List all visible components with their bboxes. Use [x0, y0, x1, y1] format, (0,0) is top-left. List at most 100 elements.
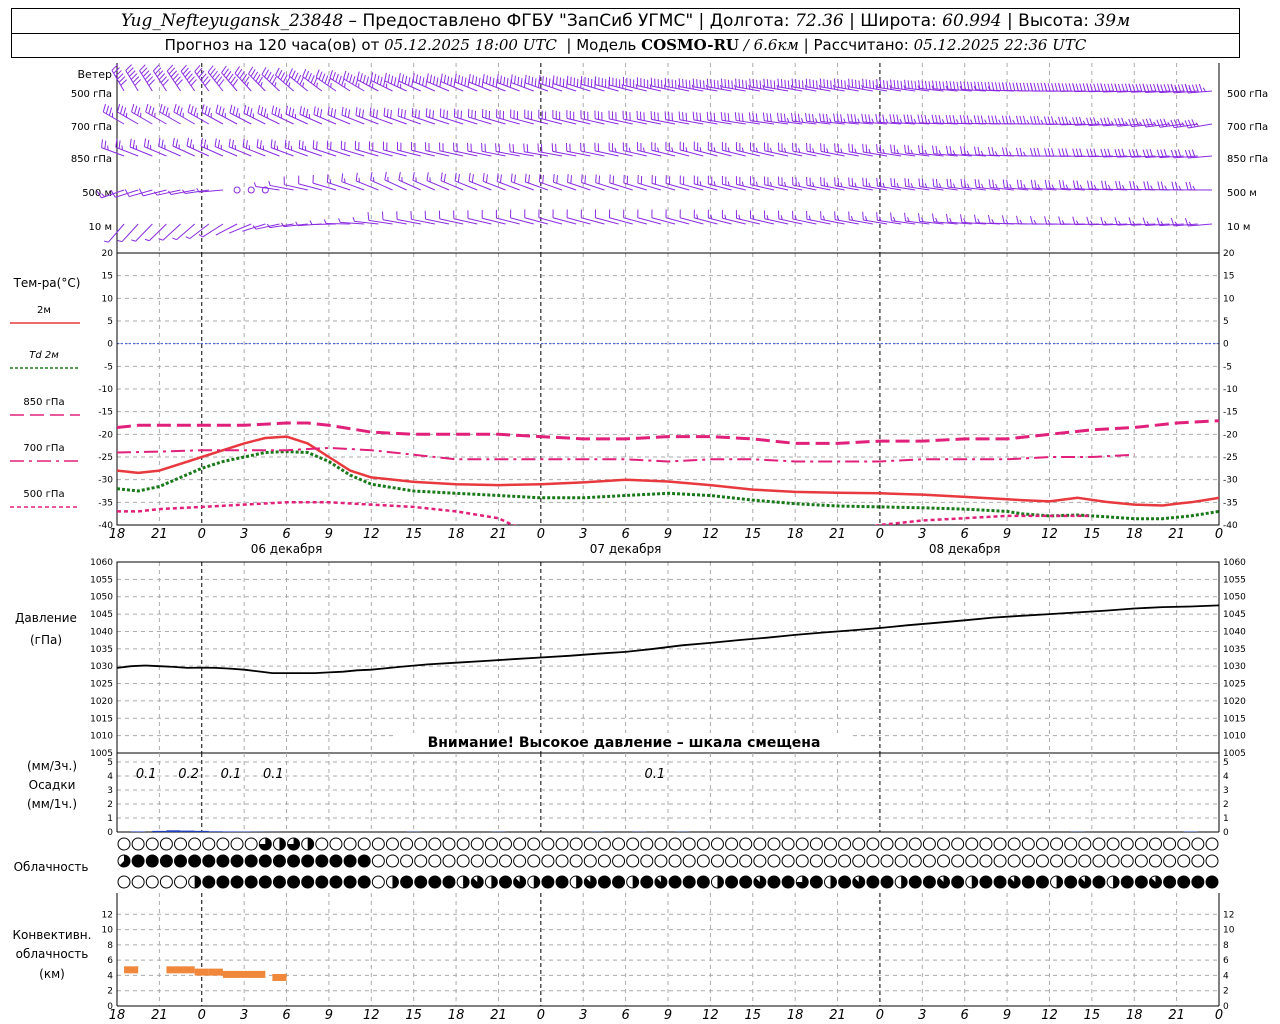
- wind-feather: [1160, 181, 1164, 190]
- wind-barb: [581, 182, 605, 191]
- wind-feather: [485, 174, 488, 183]
- wind-feather: [318, 71, 323, 80]
- cloud-half: [901, 876, 908, 888]
- cloud-half: [717, 876, 724, 888]
- wind-feather: [103, 240, 109, 243]
- wind-feather: [341, 173, 344, 182]
- wind-barb: [806, 218, 831, 225]
- wind-feather: [204, 105, 208, 115]
- wind-barb: [637, 217, 662, 225]
- wind-feather: [439, 108, 442, 117]
- convective-label-2: облачность: [16, 947, 89, 961]
- wind-barb: [778, 184, 803, 191]
- wind-feather: [542, 76, 544, 85]
- wind-barb: [637, 85, 662, 92]
- wind-feather: [871, 118, 874, 124]
- cloud-symbol: [880, 854, 894, 868]
- wind-feather: [1044, 179, 1048, 189]
- wind-feather: [918, 178, 921, 187]
- wind-feather: [696, 112, 698, 121]
- wind-feather: [851, 178, 854, 187]
- cloud-symbol: [414, 875, 428, 889]
- wind-feather: [766, 112, 769, 122]
- wind-feather: [1022, 82, 1026, 91]
- wind-feather: [584, 175, 587, 184]
- wind-feather: [879, 144, 882, 153]
- wind-feather: [457, 174, 460, 183]
- x-tick-label: 12: [702, 1008, 719, 1023]
- wind-feather: [850, 113, 853, 123]
- wind-feather: [184, 70, 191, 78]
- wind-barb: [221, 72, 238, 92]
- wind-feather: [245, 140, 248, 149]
- cloud-symbol: [1035, 854, 1049, 868]
- wind-feather: [889, 114, 892, 123]
- cloud-symbol: [244, 875, 258, 889]
- y-tick-right: 5: [1223, 317, 1229, 327]
- wind-feather: [404, 75, 408, 85]
- wind-feather: [129, 138, 132, 148]
- wind-feather: [277, 69, 283, 78]
- wind-feather: [851, 144, 854, 153]
- wind-feather: [1058, 180, 1062, 189]
- wind-feather: [175, 139, 179, 148]
- wind-feather: [384, 171, 387, 181]
- wind-barb: [778, 218, 803, 225]
- cloud-symbol: [1177, 837, 1191, 851]
- cloud-symbol: [922, 837, 936, 851]
- wind-feather: [189, 139, 193, 148]
- wind-feather: [316, 82, 318, 88]
- wind-feather: [1079, 148, 1083, 157]
- wind-feather: [890, 144, 892, 153]
- wind-feather: [946, 178, 949, 188]
- wind-feather: [478, 77, 481, 87]
- wind-title: Ветер: [78, 68, 112, 81]
- y-tick-right: 3: [1223, 786, 1229, 796]
- y-tick-right: 15: [1223, 272, 1234, 282]
- y-tick-left: 1050: [90, 593, 113, 603]
- wind-feather: [326, 174, 329, 183]
- wind-feather: [440, 73, 443, 82]
- wind-feather: [1015, 147, 1019, 156]
- wind-barb: [440, 180, 464, 191]
- cloud-symbol: [1092, 837, 1106, 851]
- wind-feather: [151, 107, 155, 116]
- x-tick-label: 21: [829, 527, 846, 542]
- x-tick-label: 6: [282, 1008, 290, 1023]
- wind-feather: [221, 65, 227, 74]
- cloud-title: Облачность: [14, 860, 89, 874]
- wind-feather: [598, 175, 601, 184]
- y-tick-right: 6: [1223, 956, 1229, 966]
- wind-feather: [1002, 179, 1005, 188]
- wind-feather: [1072, 180, 1076, 189]
- wind-feather: [134, 79, 141, 86]
- wind-feather: [980, 81, 984, 91]
- wind-feather: [1103, 148, 1108, 157]
- cloud-symbol: [131, 875, 145, 889]
- wind-barb: [778, 150, 803, 157]
- wind-feather: [727, 113, 730, 122]
- wind-feather: [407, 77, 411, 86]
- cloud-symbol: [965, 837, 979, 851]
- cloud-half: [392, 876, 399, 888]
- wind-barb: [426, 180, 450, 191]
- cloud-symbol: [852, 837, 866, 851]
- cloud-symbol: [499, 854, 513, 868]
- wind-feather: [335, 73, 339, 83]
- x-tick-label: 3: [579, 527, 587, 542]
- wind-barb: [595, 84, 619, 92]
- wind-barb: [411, 115, 436, 125]
- y-tick-left: 1015: [90, 714, 113, 724]
- y-tick-right: 1: [1223, 814, 1229, 824]
- wind-feather: [1121, 148, 1125, 157]
- wind-feather: [1012, 119, 1016, 125]
- wind-feather: [808, 113, 811, 122]
- wind-feather: [1065, 184, 1069, 190]
- wind-feather: [1048, 180, 1051, 189]
- y-tick-right: 1010: [1223, 732, 1246, 742]
- wind-feather: [524, 173, 527, 182]
- x-tick-label: 3: [918, 1008, 926, 1023]
- wind-level-right: 10 м: [1227, 222, 1250, 233]
- wind-feather: [246, 106, 250, 115]
- wind-feather: [855, 79, 857, 89]
